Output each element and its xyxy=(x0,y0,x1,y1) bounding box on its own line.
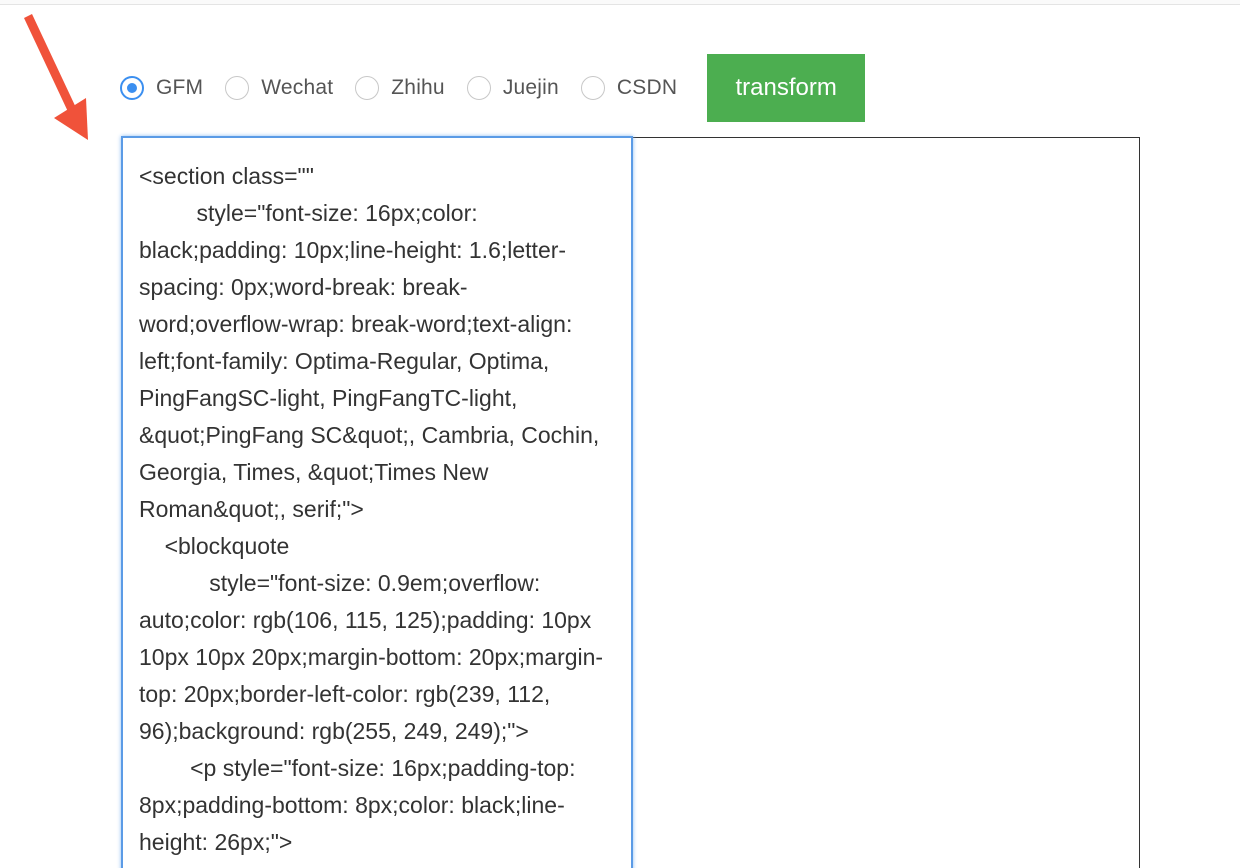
radio-label-zhihu: Zhihu xyxy=(391,76,445,99)
page: GFM Wechat Zhihu Juejin CSDN transform <… xyxy=(0,0,1240,868)
html-input-textarea[interactable]: <section class="" style="font-size: 16px… xyxy=(121,136,633,868)
radio-option-wechat[interactable]: Wechat xyxy=(225,76,333,100)
radio-option-juejin[interactable]: Juejin xyxy=(466,76,559,100)
html-input-content[interactable]: <section class="" style="font-size: 16px… xyxy=(139,158,617,861)
radio-option-csdn[interactable]: CSDN xyxy=(580,76,678,100)
radio-label-wechat: Wechat xyxy=(261,76,334,99)
radio-button-zhihu[interactable] xyxy=(355,76,380,100)
radio-label-csdn: CSDN xyxy=(616,76,678,99)
radio-button-juejin[interactable] xyxy=(466,76,491,100)
radio-button-gfm[interactable] xyxy=(120,76,144,100)
radio-label-juejin: Juejin xyxy=(502,76,559,99)
format-toolbar: GFM Wechat Zhihu Juejin CSDN transform xyxy=(120,54,866,122)
radio-option-gfm[interactable]: GFM xyxy=(120,76,203,100)
top-divider xyxy=(0,0,1240,5)
radio-option-zhihu[interactable]: Zhihu xyxy=(355,76,445,100)
radio-label-gfm: GFM xyxy=(156,76,204,99)
radio-button-wechat[interactable] xyxy=(225,76,250,100)
arrow-down-left-icon xyxy=(24,14,88,140)
transform-button[interactable]: transform xyxy=(707,54,866,122)
radio-button-csdn[interactable] xyxy=(580,76,605,100)
